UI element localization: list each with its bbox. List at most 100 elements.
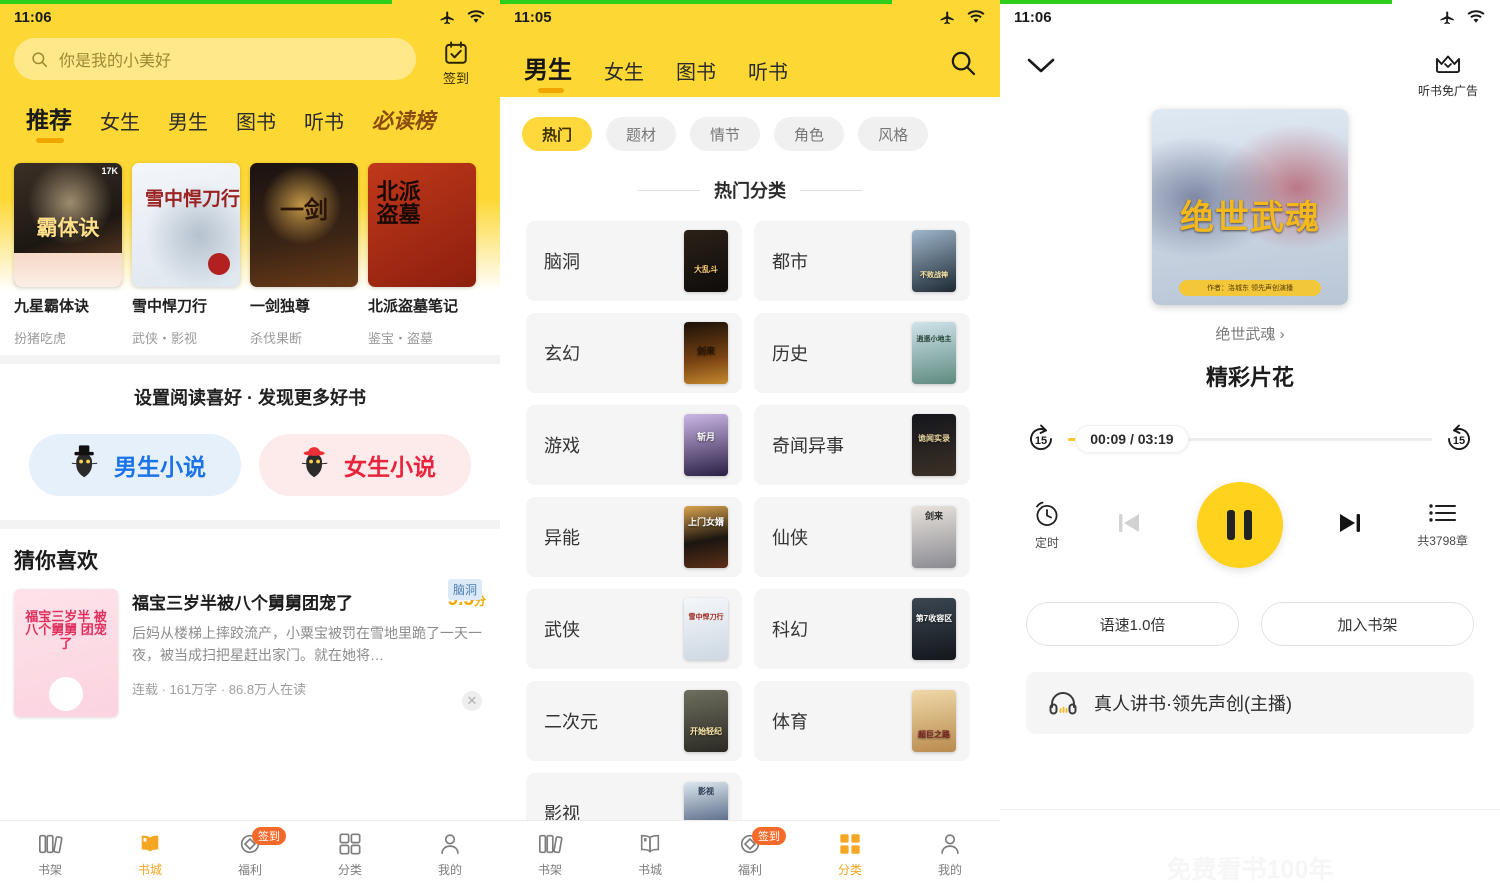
nav-bookshelf[interactable]: 书架 [500,821,600,888]
nav-label: 我的 [438,861,462,878]
skip-previous-icon [1112,506,1146,540]
category-card[interactable]: 奇闻异事 诡闻实录 [754,405,970,485]
nav-label: 福利 [738,861,762,878]
category-card[interactable]: 脑洞 大乱斗 [526,221,742,301]
category-card[interactable]: 科幻 第7收容区 [754,589,970,669]
nav-category[interactable]: 分类 [300,821,400,888]
rewind-15-button[interactable]: 15 [1024,422,1058,456]
album-section: 绝世武魂 作者：洛城东 领先声创演播 绝世武魂 › 精彩片花 [1000,99,1500,392]
section-divider [0,355,500,364]
category-card[interactable]: 游戏 斩月 [526,405,742,485]
nav-label: 书城 [638,861,662,878]
nav-category[interactable]: 分类 [800,821,900,888]
sleep-timer-button[interactable]: 定时 [1032,499,1062,551]
status-icons [938,9,986,26]
girl-novel-label: 女生小说 [344,448,436,482]
category-card[interactable]: 异能 上门女婿 [526,497,742,577]
category-card[interactable]: 玄幻 剑来 [526,313,742,393]
play-pause-button[interactable] [1197,482,1283,568]
wifi-icon [966,9,986,25]
tab-nvsheng[interactable]: 女生 [588,56,660,97]
chip-remen[interactable]: 热门 [522,117,592,151]
cat-top-hat-icon [64,444,106,486]
book-card[interactable]: 雪中悍刀行 雪中悍刀行 武侠・影视 [132,163,240,347]
tab-nansheng[interactable]: 男生 [154,106,222,145]
tab-nansheng[interactable]: 男生 [514,50,588,97]
wifi-icon [1466,9,1486,25]
chapter-list-button[interactable]: 共3798章 [1417,501,1468,549]
watermark-text: 免费看书100年 [1000,850,1500,886]
nav-mine[interactable]: 我的 [900,821,1000,888]
progress-slider[interactable]: 00:09 / 03:19 [1068,438,1432,441]
book-card[interactable]: 霸体诀 17K 九星霸体诀 扮猪吃虎 [14,163,122,347]
add-to-shelf-button[interactable]: 加入书架 [1261,602,1474,646]
nav-welfare[interactable]: 签到 福利 [200,821,300,888]
speed-button[interactable]: 语速1.0倍 [1026,602,1239,646]
sleep-timer-label: 定时 [1035,534,1059,551]
crown-icon [1433,52,1463,78]
tab-tuijian[interactable]: 推荐 [14,101,86,145]
nav-bookstore[interactable]: 书城 [600,821,700,888]
book-link[interactable]: 绝世武魂 › [1215,323,1284,344]
book-cover: 福宝三岁半 被八个舅舅 团宠了 [14,589,118,717]
signin-button[interactable]: 签到 [426,38,486,87]
nav-welfare[interactable]: 签到 福利 [700,821,800,888]
tab-tingshu[interactable]: 听书 [290,106,358,145]
player-top-bar: 听书免广告 [1000,34,1500,99]
category-card[interactable]: 武侠 雪中悍刀行 [526,589,742,669]
book-card[interactable]: 北派盗墓 北派盗墓笔记 鉴宝・盗墓 [368,163,476,347]
status-bar: 11:06 [0,0,500,34]
tab-underline [36,138,64,143]
list-item[interactable]: 福宝三岁半 被八个舅舅 团宠了 福宝三岁半被八个舅舅团宠了 9.5分 后妈从楼梯… [14,575,486,725]
category-card[interactable]: 二次元 开始轻纪 [526,681,742,761]
chip-juese[interactable]: 角色 [774,117,844,151]
headphones-icon [1048,690,1078,716]
tab-nvsheng[interactable]: 女生 [86,106,154,145]
category-card[interactable]: 仙侠 剑来 [754,497,970,577]
airplane-mode-icon [1438,9,1457,26]
boy-novel-button[interactable]: 男生小说 [29,434,241,496]
thumb-text: 斩月 [684,433,728,442]
album-cover[interactable]: 绝世武魂 作者：洛城东 领先声创演播 [1152,109,1348,305]
divider-right [800,190,862,191]
nav-bookstore[interactable]: 书城 [100,821,200,888]
tab-bidubang[interactable]: 必读榜 [358,105,449,145]
ad-free-button[interactable]: 听书免广告 [1418,52,1478,99]
category-card[interactable]: 都市 不败战神 [754,221,970,301]
search-input[interactable]: 你是我的小美好 [14,38,416,80]
thumb-text: 雪中悍刀行 [684,614,728,621]
chip-ticai[interactable]: 题材 [606,117,676,151]
list-item-body: 福宝三岁半被八个舅舅团宠了 9.5分 后妈从楼梯上摔跤流产，小粟宝被罚在雪地里跪… [132,589,486,717]
category-card[interactable]: 体育 超巨之路 [754,681,970,761]
girl-novel-button[interactable]: 女生小说 [259,434,471,496]
category-name: 科幻 [772,616,808,642]
tab-tingshu[interactable]: 听书 [732,56,804,97]
chapter-title: 精彩片花 [1206,360,1294,392]
book-card[interactable]: 一剑 一剑独尊 杀伐果断 [250,163,358,347]
next-track-button[interactable] [1333,506,1367,545]
bookshelf-icon [37,832,63,856]
tab-tushu[interactable]: 图书 [660,56,732,97]
section-title-text: 热门分类 [714,177,786,203]
collapse-button[interactable] [1022,52,1060,83]
skip-next-icon [1333,506,1367,540]
category-name: 脑洞 [544,248,580,274]
rewind-15-icon: 15 [1024,422,1058,456]
search-button[interactable] [948,48,986,97]
nav-label: 书架 [38,861,62,878]
cover-text: 霸体诀 [14,218,122,240]
tab-tushu[interactable]: 图书 [222,106,290,145]
category-name: 玄幻 [544,340,580,366]
chip-qingjie[interactable]: 情节 [690,117,760,151]
narrator-bar[interactable]: 真人讲书·领先声创(主播) [1026,672,1474,734]
category-card[interactable]: 历史 逍遥小地主 [754,313,970,393]
previous-track-button[interactable] [1112,506,1146,545]
nav-mine[interactable]: 我的 [400,821,500,888]
book-cover: 一剑 [250,163,358,287]
category-thumb: 剑来 [684,322,728,384]
chip-fengge[interactable]: 风格 [858,117,928,151]
status-bar: 11:05 [500,0,1000,34]
forward-15-button[interactable]: 15 [1442,422,1476,456]
nav-bookshelf[interactable]: 书架 [0,821,100,888]
guess-you-like-section: 猜你喜欢 福宝三岁半 被八个舅舅 团宠了 福宝三岁半被八个舅舅团宠了 9.5分 … [0,529,500,733]
